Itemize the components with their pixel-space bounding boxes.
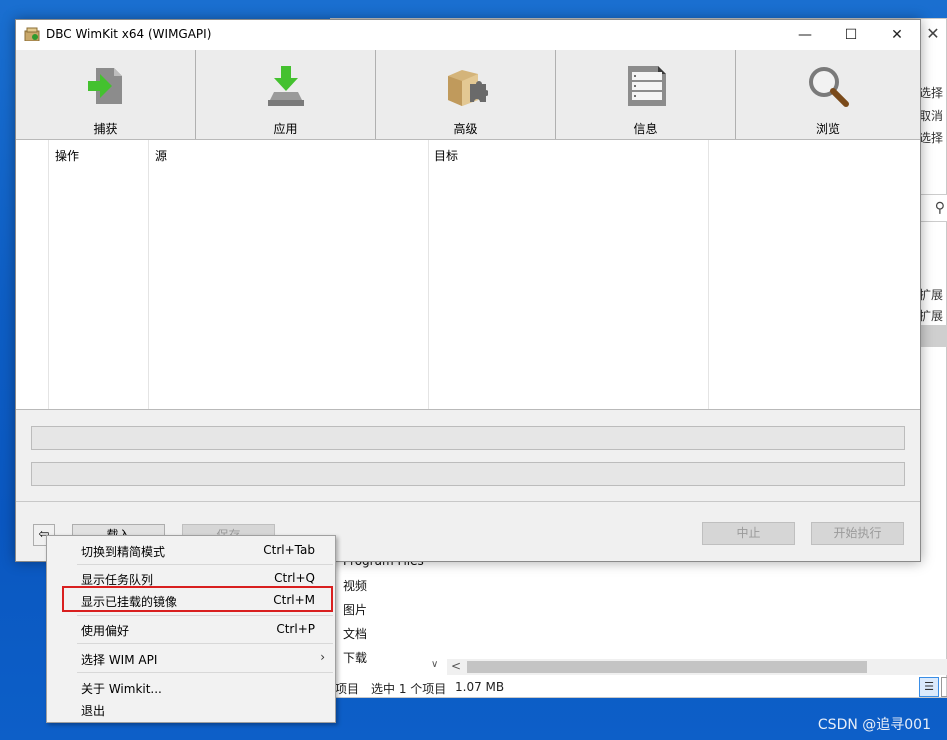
column-header[interactable]: 目标 xyxy=(434,147,458,164)
explorer-status-bar: 项目 选中 1 个项目 1.07 MB xyxy=(331,677,946,699)
explorer-ribbon-label[interactable]: 选择 xyxy=(919,84,947,101)
browse-button[interactable]: 浏览 xyxy=(736,50,920,139)
column-source: 源 xyxy=(149,140,429,409)
tiles-view-icon[interactable] xyxy=(941,677,947,697)
task-list-table[interactable]: 操作 源 目标 xyxy=(16,140,920,410)
menu-separator xyxy=(77,615,333,616)
column-action: 操作 xyxy=(49,140,149,409)
maximize-button[interactable]: ☐ xyxy=(828,20,874,50)
details-view-icon[interactable]: ☰ xyxy=(919,677,939,697)
capture-icon xyxy=(87,68,122,104)
explorer-search-box[interactable]: ⚲ xyxy=(919,194,947,222)
scroll-left-icon[interactable]: < xyxy=(451,659,461,673)
close-button[interactable]: ✕ xyxy=(874,20,920,50)
window-title: DBC WimKit x64 (WIMGAPI) xyxy=(46,27,212,41)
menu-item-shortcut: Ctrl+Tab xyxy=(263,543,315,557)
explorer-selected-row[interactable] xyxy=(919,325,947,347)
menu-item-label: 退出 xyxy=(81,704,106,718)
search-icon: ⚲ xyxy=(934,200,945,216)
wimkit-window: DBC WimKit x64 (WIMGAPI) — ☐ ✕ 捕获 应用 高级 … xyxy=(15,19,921,562)
annotation-highlight-box xyxy=(62,586,333,612)
checkbox-column xyxy=(16,140,49,409)
menu-item-compact-mode[interactable]: 切换到精简模式 Ctrl+Tab xyxy=(47,539,335,561)
menu-item-label: 切换到精简模式 xyxy=(81,545,166,559)
column-target: 目标 xyxy=(429,140,709,409)
menu-separator xyxy=(77,672,333,673)
scrollbar-thumb[interactable] xyxy=(467,661,867,673)
menu-item-shortcut: Ctrl+Q xyxy=(274,571,315,585)
apply-icon xyxy=(267,66,304,106)
column-header[interactable]: 源 xyxy=(155,147,167,164)
main-toolbar: 捕获 应用 高级 信息 浏览 xyxy=(16,50,920,140)
advanced-icon xyxy=(447,70,488,106)
stop-button[interactable]: 中止 xyxy=(702,522,795,545)
toolbar-label: 应用 xyxy=(273,122,298,136)
status-size: 1.07 MB xyxy=(455,680,505,694)
scroll-down-icon[interactable]: ∨ xyxy=(431,659,438,670)
nav-folder-item[interactable]: 文档 xyxy=(343,625,367,642)
close-icon[interactable]: ✕ xyxy=(920,21,946,47)
nav-folder-item[interactable]: 下载 xyxy=(343,649,367,666)
minimize-button[interactable]: — xyxy=(782,20,828,50)
divider xyxy=(16,501,920,502)
explorer-ribbon-label[interactable]: 选择 xyxy=(919,129,947,146)
toolbar-label: 高级 xyxy=(453,122,478,136)
submenu-arrow-icon: › xyxy=(320,650,325,664)
menu-item-shortcut: Ctrl+P xyxy=(276,622,315,636)
watermark: CSDN @追寻001 xyxy=(817,717,931,733)
progress-bar xyxy=(31,462,905,486)
context-menu: 切换到精简模式 Ctrl+Tab 显示任务队列 Ctrl+Q 显示已挂载的镜像 … xyxy=(46,535,336,723)
app-icon xyxy=(24,27,40,41)
explorer-column-label: 扩展 xyxy=(919,288,944,302)
menu-item-about[interactable]: 关于 Wimkit... xyxy=(47,676,335,698)
column-header[interactable]: 操作 xyxy=(55,147,79,164)
nav-folder-item[interactable]: 图片 xyxy=(343,601,367,618)
explorer-ribbon-label[interactable]: 取消 xyxy=(919,107,947,124)
status-items-count: 项目 xyxy=(335,682,360,696)
menu-item-preferences[interactable]: 使用偏好 Ctrl+P xyxy=(47,618,335,640)
start-button[interactable]: 开始执行 xyxy=(811,522,904,545)
nav-folder-item[interactable]: 视频 xyxy=(343,577,367,594)
progress-bar xyxy=(31,426,905,450)
toolbar-label: 捕获 xyxy=(93,122,118,136)
info-button[interactable]: 信息 xyxy=(556,50,736,139)
menu-separator xyxy=(77,643,333,644)
capture-button[interactable]: 捕获 xyxy=(16,50,196,139)
title-bar[interactable]: DBC WimKit x64 (WIMGAPI) — ☐ ✕ xyxy=(16,20,920,50)
toolbar-label: 信息 xyxy=(633,122,658,136)
toolbar-label: 浏览 xyxy=(815,122,840,136)
apply-button[interactable]: 应用 xyxy=(196,50,376,139)
info-icon xyxy=(627,66,666,106)
menu-item-select-wim-api[interactable]: 选择 WIM API › xyxy=(47,647,335,669)
browse-icon xyxy=(809,67,849,107)
menu-item-label: 关于 Wimkit... xyxy=(81,682,162,696)
explorer-column-label: 扩展 xyxy=(919,309,944,323)
menu-item-exit[interactable]: 退出 xyxy=(47,698,335,720)
menu-separator xyxy=(77,564,333,565)
menu-item-label: 使用偏好 xyxy=(81,624,130,638)
advanced-button[interactable]: 高级 xyxy=(376,50,556,139)
horizontal-scrollbar[interactable]: < xyxy=(447,659,947,675)
menu-item-label: 选择 WIM API xyxy=(81,653,158,667)
status-selected: 选中 1 个项目 xyxy=(371,682,447,696)
